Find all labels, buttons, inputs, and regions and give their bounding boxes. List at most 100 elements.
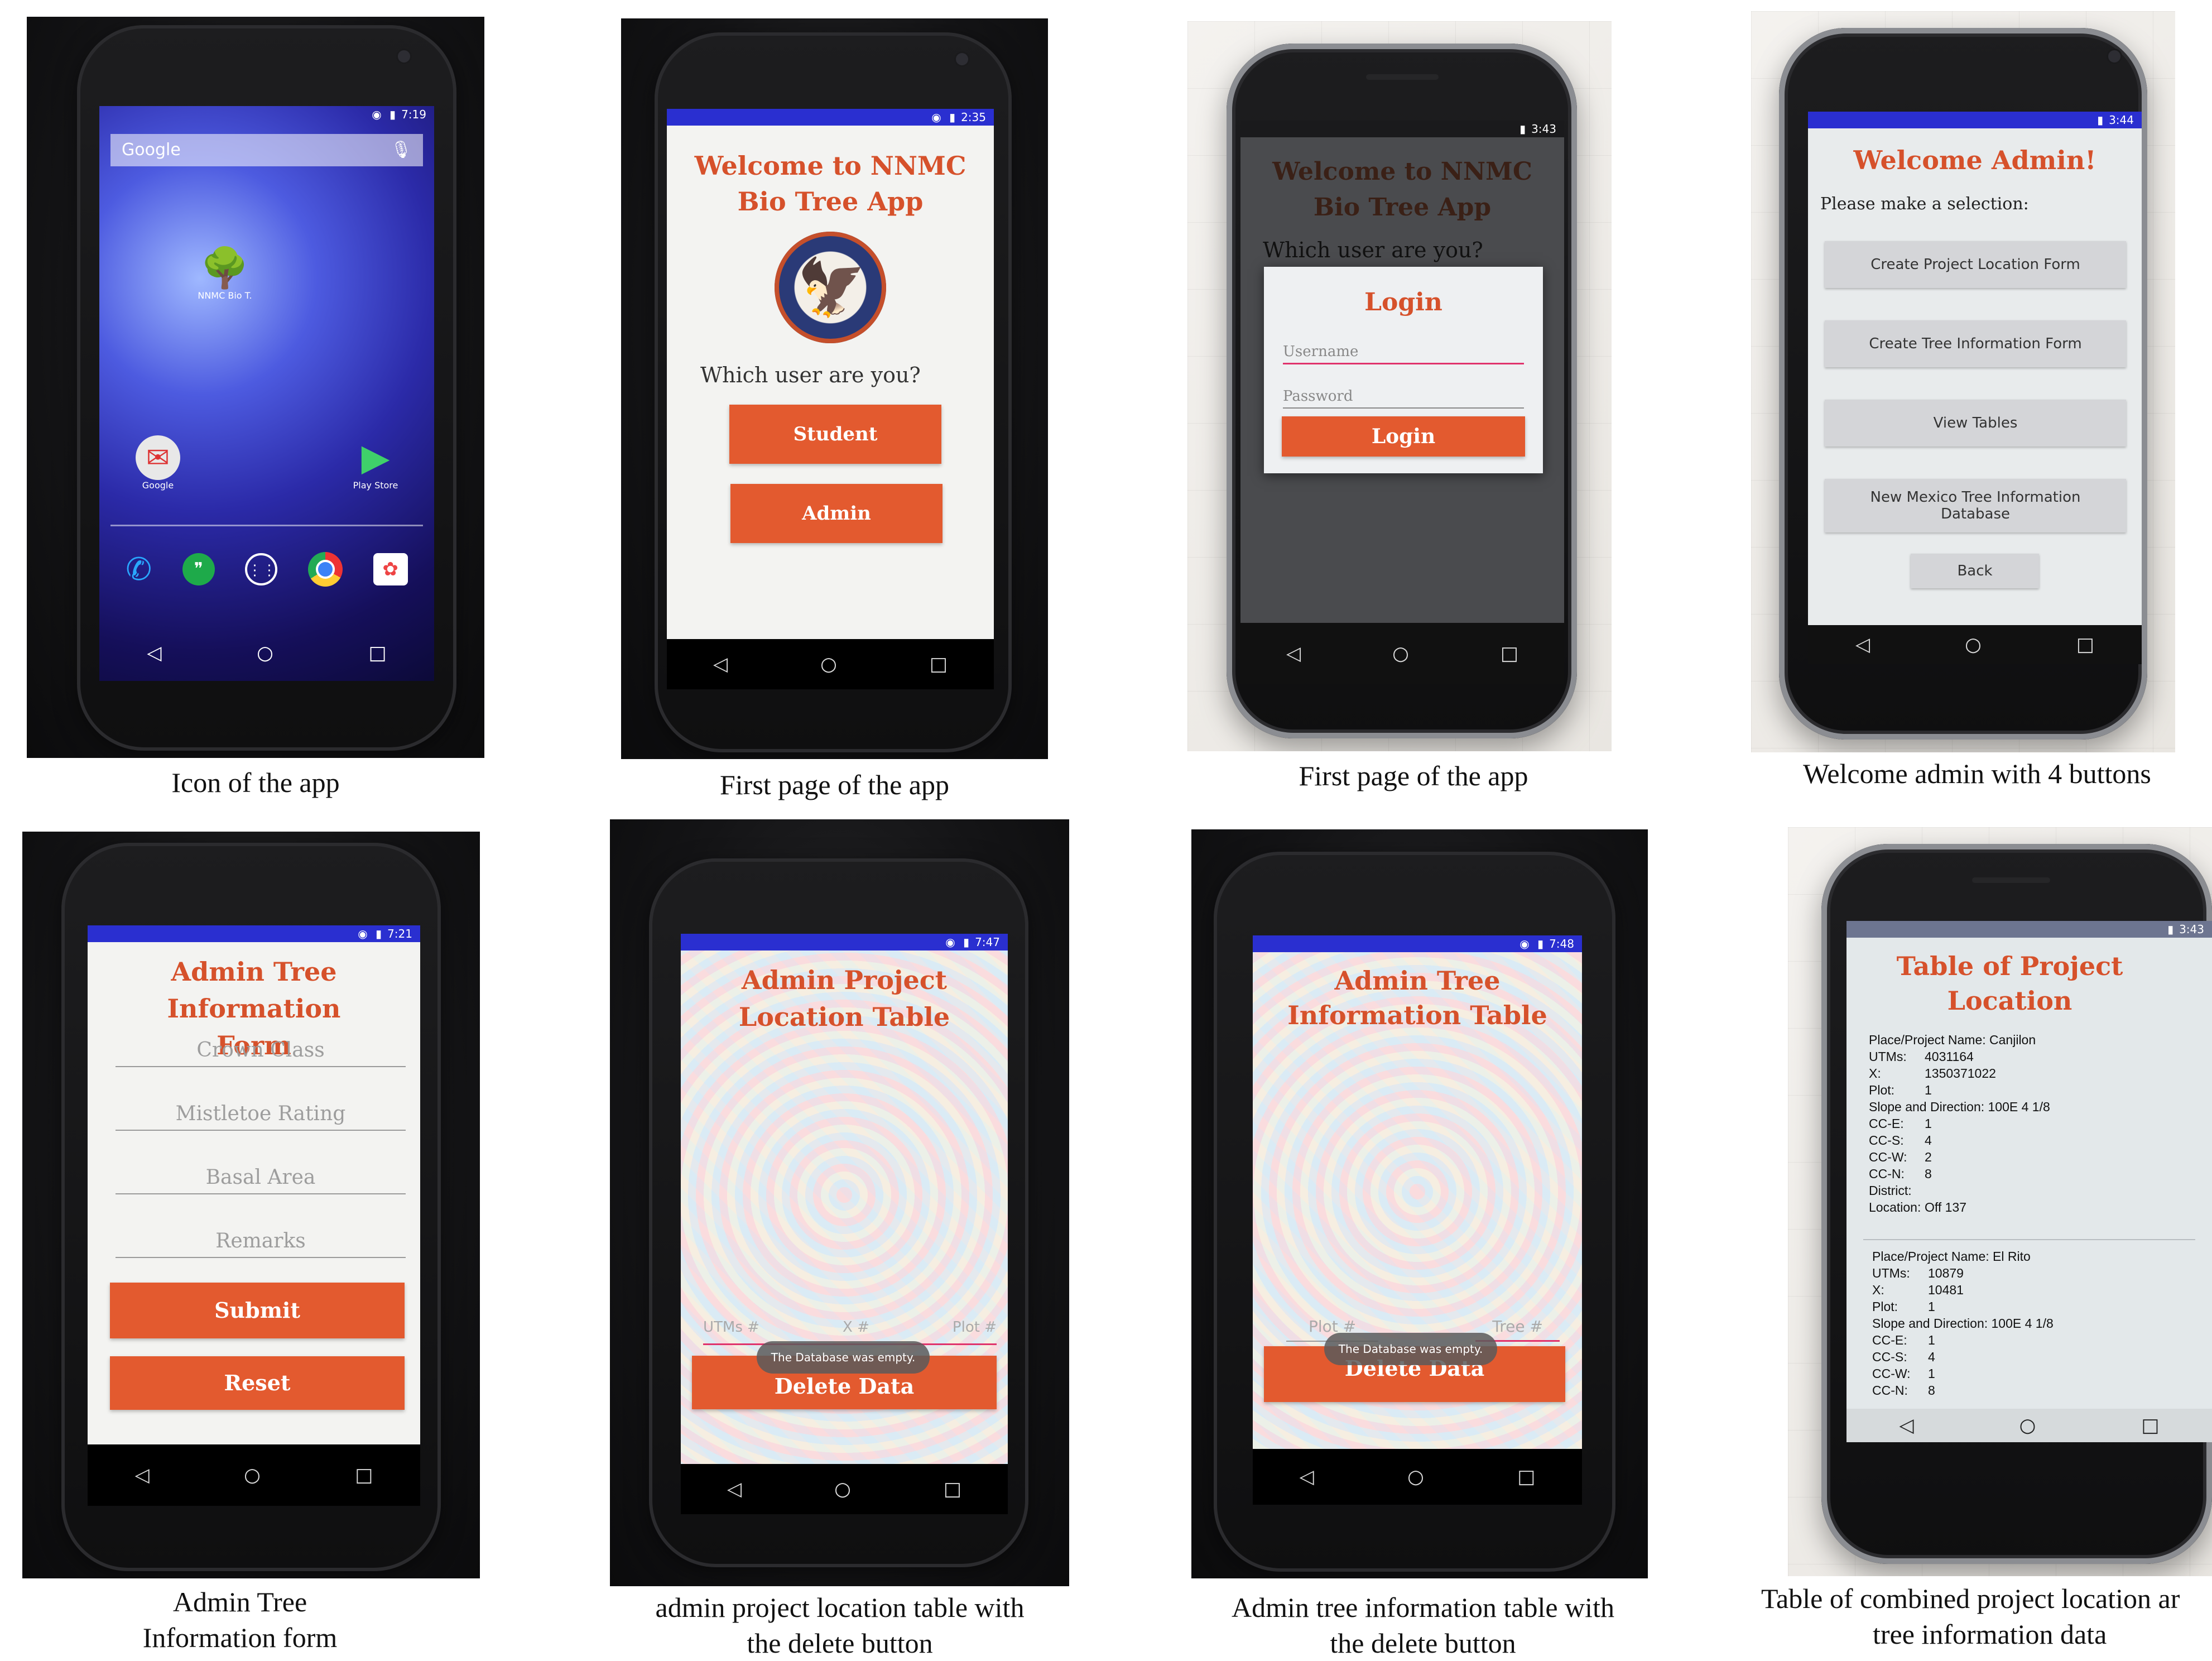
student-button[interactable]: Student (729, 405, 941, 464)
caption-2: First page of the app (719, 769, 949, 800)
phone-icon[interactable]: ✆ (126, 551, 152, 588)
col-utms[interactable]: UTMs # (703, 1319, 759, 1343)
play-store-app[interactable]: ▶ Play Store (339, 435, 412, 491)
phone-screen: ▮ 3:44 Welcome Admin! Please make a selec… (1808, 112, 2142, 625)
selection-prompt: Please make a selection: (1820, 194, 2029, 214)
home-icon[interactable]: ○ (1392, 642, 1409, 665)
caption-6-line2: the delete button (747, 1628, 933, 1659)
caption-5-line1: Admin Tree (172, 1586, 307, 1617)
record-2-ccn: CC-N: 8 (1872, 1383, 1935, 1398)
caption-7-line1: Admin tree information table with (1232, 1592, 1614, 1623)
record-1-plot: Plot: 1 (1869, 1083, 1932, 1097)
speaker-grill (1972, 877, 2050, 883)
remarks-input[interactable]: Remarks (116, 1226, 406, 1258)
record-2-utms: UTMs: 10879 (1872, 1266, 1964, 1280)
status-icons: ◉ ▮ (931, 111, 958, 124)
col-plot[interactable]: Plot # (953, 1319, 997, 1343)
google-folder-icon[interactable]: ✉ Google (127, 435, 189, 491)
phone-screen: ▮ 3:43 Table of Project Location Place/Pr… (1846, 921, 2212, 1442)
back-icon[interactable]: ◁ (713, 653, 728, 675)
home-icon[interactable]: ○ (820, 653, 837, 675)
status-time: 3:43 (2179, 923, 2204, 936)
nm-tree-database-button[interactable]: New Mexico Tree Information Database (1825, 479, 2126, 532)
create-project-location-form-button[interactable]: Create Project Location Form (1825, 241, 2126, 288)
app-drawer-icon[interactable]: ⋮⋮ (245, 553, 278, 585)
nav-bar: ◁ ○ □ (667, 639, 994, 689)
caption-7-line2: the delete button (1330, 1628, 1516, 1659)
caption-8: Table of combined project location ar tr… (1761, 1581, 2212, 1652)
recents-icon[interactable]: □ (2141, 1414, 2159, 1437)
back-icon[interactable]: ◁ (1300, 1466, 1314, 1488)
basal-area-input[interactable]: Basal Area (116, 1162, 406, 1194)
gmail-icon: ✉ (136, 435, 180, 480)
recents-icon[interactable]: □ (930, 653, 948, 675)
caption-5-line2: Information form (142, 1622, 338, 1653)
chrome-icon[interactable] (308, 552, 343, 587)
photos-icon[interactable]: ✿ (373, 553, 408, 585)
recents-icon[interactable]: □ (1517, 1466, 1535, 1488)
record-2-ccs: CC-S: 4 (1872, 1350, 1935, 1364)
photo-welcome-admin: ▮ 3:44 Welcome Admin! Please make a selec… (1751, 11, 2175, 752)
recents-icon[interactable]: □ (369, 642, 387, 664)
welcome-title: Welcome to NNMC Bio Tree App (694, 151, 966, 217)
caption-8-line2: tree information data (1873, 1619, 2107, 1650)
recents-icon[interactable]: □ (1501, 642, 1518, 665)
dock: ✆ ❞ ⋮⋮ ✿ (110, 547, 423, 592)
create-tree-information-form-button[interactable]: Create Tree Information Form (1825, 320, 2126, 367)
password-input[interactable]: Password (1283, 385, 1524, 409)
front-camera (956, 53, 968, 65)
caption-6-line1: admin project location table with (655, 1592, 1025, 1623)
back-icon[interactable]: ◁ (1900, 1414, 1914, 1437)
record-1-name: Place/Project Name: Canjilon (1869, 1033, 2036, 1047)
home-icon[interactable]: ○ (2019, 1414, 2036, 1437)
google-search-bar[interactable]: Google 🎙 (110, 134, 423, 166)
status-icons: ◉ ▮ (945, 935, 972, 949)
user-prompt: Which user are you? (700, 363, 921, 387)
mic-icon: 🎙 (390, 140, 412, 160)
status-time: 7:48 (1549, 937, 1574, 950)
home-icon[interactable]: ○ (257, 642, 273, 664)
login-button[interactable]: Login (1282, 416, 1525, 457)
photo-project-table: ◉ ▮ 7:47 Admin Project Location Table UTM… (610, 819, 1069, 1586)
user-prompt: Which user are you? (1263, 238, 1483, 262)
back-icon[interactable]: ◁ (727, 1478, 742, 1500)
col-x[interactable]: X # (843, 1319, 869, 1343)
home-icon[interactable]: ○ (834, 1478, 851, 1500)
reset-button[interactable]: Reset (110, 1356, 405, 1410)
status-icons: ▮ (1519, 122, 1528, 136)
back-icon[interactable]: ◁ (135, 1464, 150, 1486)
recents-icon[interactable]: □ (944, 1478, 961, 1500)
record-2-plot: Plot: 1 (1872, 1299, 1935, 1314)
mistletoe-rating-input[interactable]: Mistletoe Rating (116, 1098, 406, 1131)
front-camera (398, 50, 410, 63)
status-icons: ▮ (2167, 923, 2176, 936)
empty-database-toast: The Database was empty. (757, 1341, 930, 1374)
username-input[interactable]: Username (1283, 340, 1524, 364)
crown-class-input[interactable]: Crown Class (116, 1035, 406, 1067)
home-icon[interactable]: ○ (1965, 633, 1982, 656)
recents-icon[interactable]: □ (355, 1464, 373, 1486)
recents-icon[interactable]: □ (2076, 633, 2094, 656)
play-store-label: Play Store (353, 480, 398, 491)
back-icon[interactable]: ◁ (1286, 642, 1301, 665)
record-divider (1863, 1239, 2195, 1240)
caption-3: First page of the app (1299, 760, 1528, 791)
tree-app-icon[interactable]: 🌳 NNMC Bio T. (189, 246, 261, 301)
hangouts-icon[interactable]: ❞ (182, 553, 215, 585)
back-icon[interactable]: ◁ (147, 642, 161, 664)
back-icon[interactable]: ◁ (1855, 633, 1870, 656)
submit-button[interactable]: Submit (110, 1283, 405, 1338)
home-icon[interactable]: ○ (244, 1464, 261, 1486)
back-button[interactable]: Back (1911, 554, 2039, 588)
view-tables-button[interactable]: View Tables (1825, 400, 2126, 447)
status-bar: ◉ ▮ 7:47 (681, 934, 1008, 950)
tree-app-label: NNMC Bio T. (198, 290, 252, 301)
phone-screen: ◉ ▮ 7:21 Admin Tree Information Form Crow… (88, 925, 420, 1506)
record-1-ccs: CC-S: 4 (1869, 1133, 1932, 1148)
caption-5: Admin Tree Information form (22, 1584, 458, 1655)
record-1-location: Location: Off 137 (1869, 1200, 1967, 1214)
record-1-cce: CC-E: 1 (1869, 1116, 1932, 1131)
home-icon[interactable]: ○ (1407, 1466, 1424, 1488)
admin-button[interactable]: Admin (730, 484, 942, 543)
dock-divider (110, 525, 423, 526)
